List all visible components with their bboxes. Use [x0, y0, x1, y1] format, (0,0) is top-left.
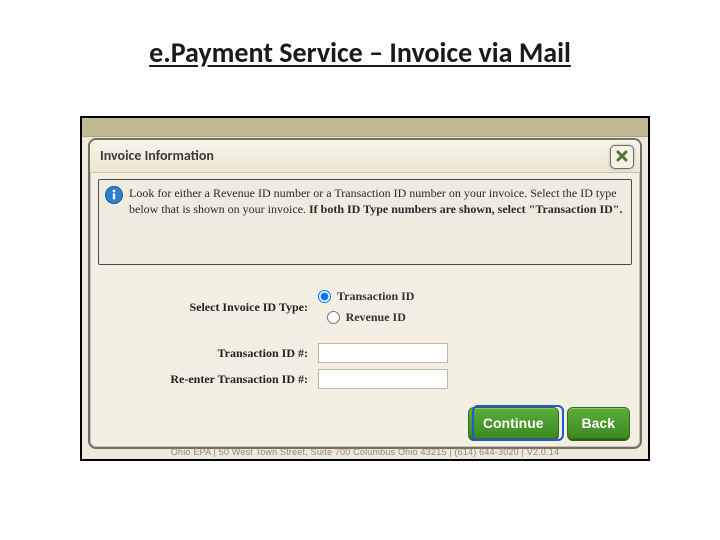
info-box: Look for either a Revenue ID number or a…	[98, 179, 632, 265]
dialog-title: Invoice Information	[100, 147, 214, 164]
transaction-id-label: Transaction ID #:	[98, 346, 318, 361]
reenter-transaction-id-label: Re-enter Transaction ID #:	[98, 372, 318, 387]
continue-button[interactable]: Continue	[468, 407, 559, 439]
radio-transaction-id-input[interactable]	[318, 290, 331, 303]
radio-revenue-id-input[interactable]	[327, 311, 340, 324]
info-icon	[105, 186, 123, 204]
form-area: Select Invoice ID Type: Transaction ID R…	[98, 289, 632, 389]
radio-revenue-id-label: Revenue ID	[346, 310, 406, 325]
backdrop-strip	[82, 118, 648, 137]
slide-title: e.Payment Service – Invoice via Mail	[0, 35, 720, 70]
dialog-header: Invoice Information	[90, 140, 640, 173]
close-icon	[615, 149, 629, 163]
radio-transaction-id-label: Transaction ID	[337, 289, 414, 304]
invoice-information-dialog: Invoice Information	[88, 138, 642, 449]
transaction-id-input[interactable]	[318, 343, 448, 363]
footer-text: Ohio EPA | 50 West Town Street, Suite 70…	[82, 447, 648, 457]
reenter-transaction-id-input[interactable]	[318, 369, 448, 389]
button-bar: Continue Back	[468, 407, 630, 439]
back-button[interactable]: Back	[567, 407, 630, 439]
radio-transaction-id[interactable]: Transaction ID	[318, 289, 414, 304]
app-screenshot: Invoice Information	[80, 116, 650, 461]
info-text-emphasis: If both ID Type numbers are shown, selec…	[309, 202, 622, 216]
select-id-type-label: Select Invoice ID Type:	[98, 300, 318, 315]
close-button[interactable]	[610, 145, 634, 169]
radio-revenue-id[interactable]: Revenue ID	[327, 310, 406, 325]
